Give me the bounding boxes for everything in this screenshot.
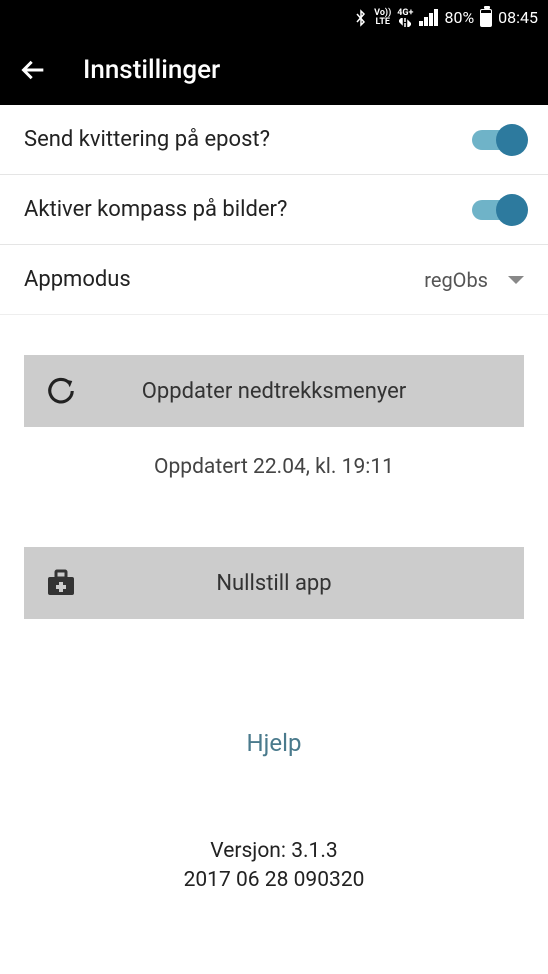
reset-app-button[interactable]: Nullstill app bbox=[24, 547, 524, 619]
status-bar: Vo)) LTE 4G+ 80% 08:45 bbox=[0, 0, 548, 35]
setting-label: Aktiver kompass på bilder? bbox=[24, 197, 287, 222]
app-bar: Innstillinger bbox=[0, 35, 548, 105]
email-receipt-toggle[interactable] bbox=[472, 130, 524, 150]
battery-percent: 80% bbox=[444, 8, 474, 27]
setting-compass: Aktiver kompass på bilder? bbox=[0, 175, 548, 245]
refresh-icon bbox=[46, 376, 76, 406]
setting-appmode[interactable]: Appmodus regObs bbox=[0, 245, 548, 315]
build-label: 2017 06 28 090320 bbox=[0, 866, 548, 895]
page-title: Innstillinger bbox=[83, 55, 220, 85]
signal-icon bbox=[419, 9, 438, 26]
appmode-dropdown[interactable]: regObs bbox=[424, 268, 524, 292]
button-label: Oppdater nedtrekksmenyer bbox=[142, 379, 406, 404]
network-indicator: 4G+ bbox=[397, 9, 413, 27]
setting-label: Send kvittering på epost? bbox=[24, 127, 270, 152]
bluetooth-icon bbox=[354, 8, 368, 28]
last-updated-text: Oppdatert 22.04, kl. 19:11 bbox=[24, 455, 524, 479]
medkit-icon bbox=[46, 569, 76, 597]
settings-content: Send kvittering på epost? Aktiver kompas… bbox=[0, 105, 548, 896]
volte-indicator: Vo)) LTE bbox=[374, 9, 391, 27]
battery-icon bbox=[480, 9, 492, 27]
setting-label: Appmodus bbox=[24, 267, 131, 292]
status-time: 08:45 bbox=[498, 8, 538, 27]
back-icon[interactable] bbox=[20, 56, 48, 84]
update-dropdowns-button[interactable]: Oppdater nedtrekksmenyer bbox=[24, 355, 524, 427]
help-link[interactable]: Hjelp bbox=[0, 729, 548, 757]
compass-toggle[interactable] bbox=[472, 200, 524, 220]
version-label: Versjon: 3.1.3 bbox=[0, 837, 548, 866]
setting-email-receipt: Send kvittering på epost? bbox=[0, 105, 548, 175]
button-label: Nullstill app bbox=[216, 571, 331, 596]
chevron-down-icon bbox=[508, 276, 524, 284]
dropdown-selected: regObs bbox=[424, 268, 488, 292]
version-info: Versjon: 3.1.3 2017 06 28 090320 bbox=[0, 837, 548, 896]
